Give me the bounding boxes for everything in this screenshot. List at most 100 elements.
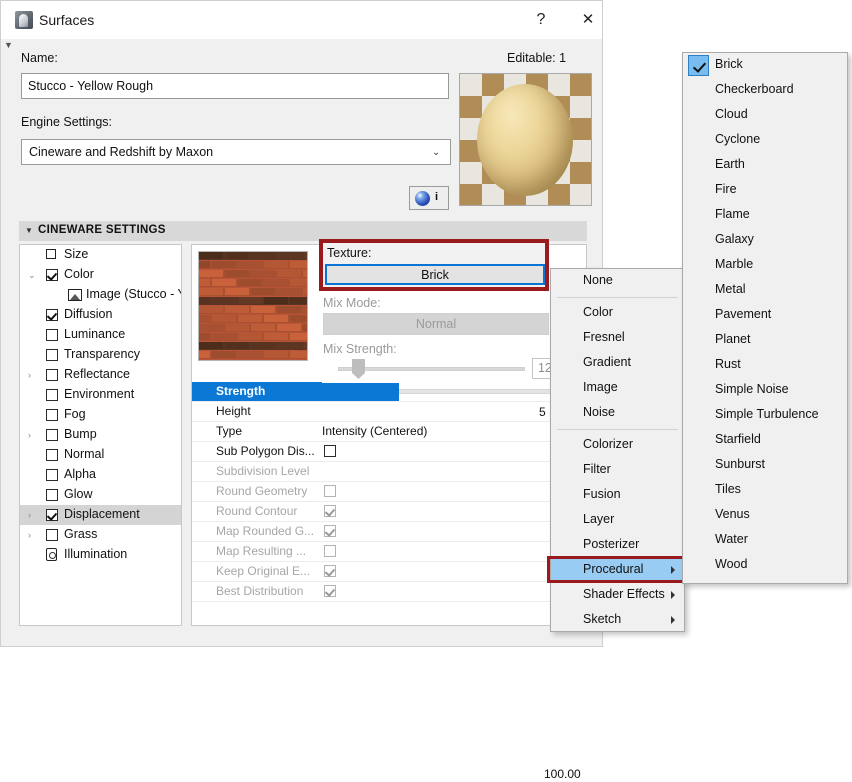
submenu-item-pavement[interactable]: Pavement [683,303,847,328]
tree-item-reflectance[interactable]: › Reflectance [20,365,181,385]
param-row[interactable]: Round Geometry [192,482,586,502]
menu-item-fresnel[interactable]: Fresnel [551,326,684,351]
tree-item-diffusion[interactable]: Diffusion [20,305,181,325]
shader-context-menu[interactable]: None Color Fresnel Gradient Image Noise Colori… [550,268,685,632]
param-row[interactable]: Keep Original E... [192,562,586,582]
tree-item-luminance[interactable]: Luminance [20,325,181,345]
submenu-item-marble[interactable]: Marble [683,253,847,278]
tree-item-checkbox[interactable] [46,369,58,381]
menu-item-color[interactable]: Color [551,301,684,326]
engine-info-button[interactable]: i [409,186,449,210]
tree-item-checkbox[interactable] [46,529,58,541]
submenu-item-checkerboard[interactable]: Checkerboard [683,78,847,103]
expand-arrow-icon[interactable]: › [28,370,38,380]
help-button[interactable]: ? [524,5,558,35]
submenu-item-venus[interactable]: Venus [683,503,847,528]
collapse-arrow-icon[interactable]: ▼ [4,41,14,51]
param-row[interactable]: Best Distribution [192,582,586,602]
mix-strength-slider-track[interactable] [338,367,525,371]
tree-item-environment[interactable]: Environment [20,385,181,405]
param-row[interactable]: Type Intensity (Centered) [192,422,586,442]
param-row[interactable]: Map Rounded G... [192,522,586,542]
strength-value-text[interactable]: 100.00 [540,766,666,782]
submenu-item-earth[interactable]: Earth [683,153,847,178]
menu-item-sketch[interactable]: Sketch [551,608,684,633]
tree-item-checkbox[interactable] [46,409,58,421]
channel-tree[interactable]: Size ⌄ Color Image (Stucco - Yellow Diffusio… [19,244,182,626]
tree-item-normal[interactable]: Normal [20,445,181,465]
tree-item-size[interactable]: Size [20,245,181,265]
tree-item-checkbox[interactable] [46,469,58,481]
menu-item-procedural[interactable]: Procedural [551,558,684,583]
tree-item-illumination[interactable]: Illumination [20,545,181,565]
tree-item-checkbox[interactable] [46,309,58,321]
expand-arrow-icon[interactable]: › [28,430,38,440]
close-button[interactable]: ✕ [571,5,605,35]
menu-item-noise[interactable]: Noise [551,401,684,426]
submenu-item-wood[interactable]: Wood [683,553,847,578]
submenu-item-tiles[interactable]: Tiles [683,478,847,503]
tree-item-checkbox[interactable] [46,489,58,501]
tree-item-alpha[interactable]: Alpha [20,465,181,485]
menu-item-fusion[interactable]: Fusion [551,483,684,508]
tree-item-displacement[interactable]: › Displacement [20,505,181,525]
expand-arrow-icon[interactable]: › [28,530,38,540]
param-row[interactable]: Height 5 [192,402,586,422]
mix-mode-dropdown[interactable]: Normal [323,313,549,335]
submenu-item-simple-turbulence[interactable]: Simple Turbulence [683,403,847,428]
menu-item-filter[interactable]: Filter [551,458,684,483]
submenu-item-starfield[interactable]: Starfield [683,428,847,453]
tree-item-checkbox[interactable] [46,509,58,521]
cineware-settings-section-header[interactable]: ▼ CINEWARE SETTINGS [19,221,587,241]
menu-item-posterizer[interactable]: Posterizer [551,533,684,558]
texture-thumbnail[interactable] [198,251,308,361]
param-checkbox[interactable] [324,525,336,537]
tree-item-checkbox[interactable] [46,349,58,361]
texture-shader-button[interactable]: Brick [325,264,545,285]
engine-settings-dropdown[interactable]: Cineware and Redshift by Maxon ⌄ [21,139,451,165]
param-value[interactable]: Intensity (Centered) [322,424,427,438]
param-row[interactable]: Round Contour [192,502,586,522]
menu-item-none[interactable]: None [551,269,684,294]
param-checkbox[interactable] [324,565,336,577]
param-row[interactable]: Sub Polygon Dis... [192,442,586,462]
submenu-item-brick[interactable]: Brick [683,53,847,78]
menu-item-shader-effects[interactable]: Shader Effects [551,583,684,608]
param-checkbox[interactable] [324,585,336,597]
expand-arrow-icon[interactable]: › [28,510,38,520]
surface-name-input[interactable] [21,73,449,99]
submenu-item-cloud[interactable]: Cloud [683,103,847,128]
submenu-item-rust[interactable]: Rust [683,353,847,378]
tree-item-grass[interactable]: › Grass [20,525,181,545]
param-checkbox[interactable] [324,445,336,457]
menu-item-colorizer[interactable]: Colorizer [551,433,684,458]
submenu-item-cyclone[interactable]: Cyclone [683,128,847,153]
param-row[interactable]: Subdivision Level [192,462,586,482]
collapse-arrow-icon[interactable]: ⌄ [28,270,38,280]
tree-item-checkbox[interactable] [46,429,58,441]
strength-value-field[interactable]: 100.00 [269,383,666,782]
param-checkbox[interactable] [324,485,336,497]
tree-item-checkbox[interactable] [46,329,58,341]
procedural-submenu[interactable]: Brick Checkerboard Cloud Cyclone Earth Fire Fl… [682,52,848,584]
submenu-item-sunburst[interactable]: Sunburst [683,453,847,478]
param-row[interactable]: Map Resulting ... [192,542,586,562]
tree-item-checkbox[interactable] [46,449,58,461]
menu-item-layer[interactable]: Layer [551,508,684,533]
param-checkbox[interactable] [324,505,336,517]
menu-item-gradient[interactable]: Gradient [551,351,684,376]
submenu-item-planet[interactable]: Planet [683,328,847,353]
tree-item-checkbox[interactable] [46,389,58,401]
submenu-item-fire[interactable]: Fire [683,178,847,203]
menu-item-image[interactable]: Image [551,376,684,401]
param-value[interactable]: 5 [539,405,546,419]
tree-item-glow[interactable]: Glow [20,485,181,505]
submenu-item-galaxy[interactable]: Galaxy [683,228,847,253]
tree-item-image-stucco-yellow[interactable]: Image (Stucco - Yellow [20,285,181,305]
tree-item-bump[interactable]: › Bump [20,425,181,445]
tree-item-fog[interactable]: Fog [20,405,181,425]
submenu-item-metal[interactable]: Metal [683,278,847,303]
tree-item-transparency[interactable]: Transparency [20,345,181,365]
tree-item-checkbox[interactable] [46,269,58,281]
tree-item-color[interactable]: ⌄ Color [20,265,181,285]
